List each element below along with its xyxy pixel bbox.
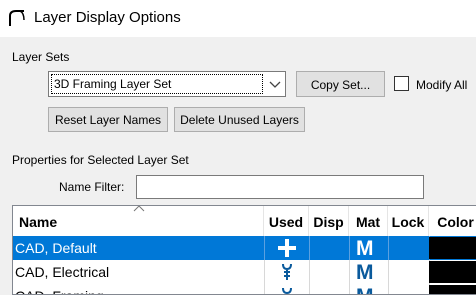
window-title: Layer Display Options	[34, 9, 181, 26]
layer-set-dropdown[interactable]: 3D Framing Layer Set	[48, 71, 286, 97]
color-swatch	[429, 285, 476, 294]
wrench-icon	[282, 263, 292, 280]
layer-name: CAD, Default	[15, 240, 97, 256]
material-icon: M	[356, 237, 373, 260]
layer-name: CAD, Electrical	[15, 264, 110, 280]
column-lock[interactable]: Lock	[388, 206, 429, 236]
modify-all-checkbox[interactable]	[394, 76, 409, 91]
column-name[interactable]: Name	[13, 206, 264, 236]
material-icon: M	[356, 261, 373, 284]
chevron-down-icon	[269, 81, 281, 88]
color-cell[interactable]	[429, 260, 476, 284]
copy-set-button[interactable]: Copy Set...	[296, 71, 385, 97]
table-header: Name Used Disp Mat Lock Color	[13, 206, 476, 236]
color-swatch	[429, 261, 476, 283]
table-row[interactable]: CAD, Default M	[13, 236, 476, 260]
material-icon: M	[356, 285, 373, 294]
properties-label: Properties for Selected Layer Set	[12, 153, 189, 167]
column-color[interactable]: Color	[429, 206, 476, 236]
plus-icon	[278, 239, 296, 257]
layer-set-selected-value: 3D Framing Layer Set	[51, 74, 263, 94]
table-row[interactable]: CAD, Electrical M	[13, 260, 476, 284]
color-swatch	[429, 237, 476, 259]
name-filter-label: Name Filter:	[59, 180, 125, 194]
column-used[interactable]: Used	[264, 206, 309, 236]
color-cell[interactable]	[429, 236, 476, 260]
lock-cell[interactable]	[388, 260, 429, 284]
disp-cell[interactable]	[309, 236, 349, 260]
name-filter-input[interactable]	[136, 175, 424, 199]
mat-cell[interactable]: M	[349, 260, 388, 284]
lock-cell[interactable]	[388, 236, 429, 260]
used-cell[interactable]	[264, 260, 309, 284]
arc-icon	[9, 10, 25, 26]
layers-table: Name Used Disp Mat Lock Color CAD, Defau…	[12, 205, 476, 295]
mat-cell[interactable]: M	[349, 236, 388, 260]
reset-layer-names-button[interactable]: Reset Layer Names	[48, 107, 168, 132]
layer-sets-label: Layer Sets	[12, 50, 70, 64]
delete-unused-layers-button[interactable]: Delete Unused Layers	[174, 107, 305, 132]
title-bar: Layer Display Options	[0, 0, 476, 37]
disp-cell[interactable]	[309, 260, 349, 284]
used-cell[interactable]	[264, 236, 309, 260]
wrench-icon	[282, 287, 292, 294]
modify-all-label: Modify All	[416, 78, 468, 92]
column-mat[interactable]: Mat	[349, 206, 388, 236]
column-disp[interactable]: Disp	[309, 206, 349, 236]
